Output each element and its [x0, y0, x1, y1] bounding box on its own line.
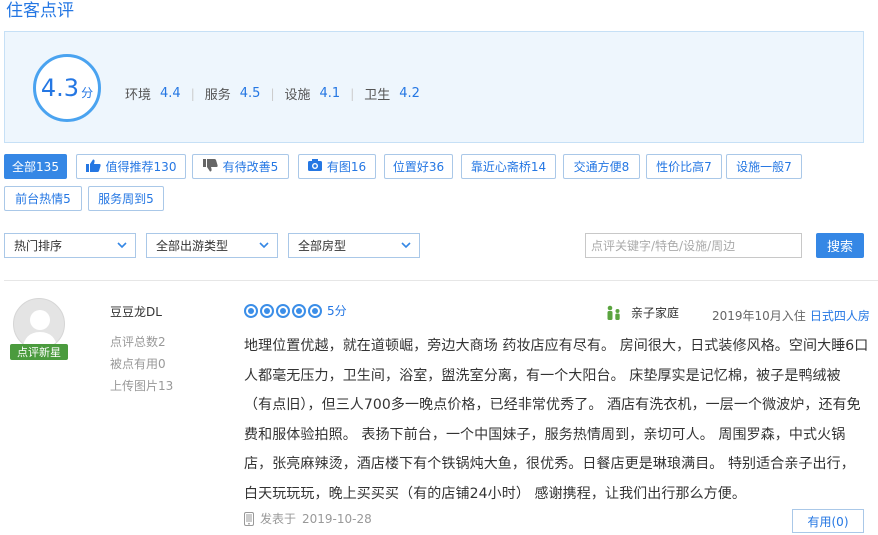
chevron-down-icon — [117, 242, 127, 249]
rating-circle-icon — [292, 303, 306, 318]
trip-type: 亲子家庭 — [606, 304, 679, 321]
reviewer-review-count: 点评总数2 — [110, 335, 166, 349]
sub-score-environment: 环境 4.4 — [125, 84, 181, 103]
sub-score-hygiene: 卫生 4.2 — [364, 84, 420, 103]
reviewer-useful-count: 被点有用0 — [110, 357, 166, 371]
reviewer-name[interactable]: 豆豆龙DL — [110, 303, 162, 320]
sub-score-value: 4.2 — [399, 86, 420, 101]
tag-good-value[interactable]: 性价比高7 — [646, 154, 722, 179]
tag-recommended[interactable]: 值得推荐130 — [76, 154, 186, 179]
reviewer-avatar-block: 点评新星 — [10, 298, 68, 362]
review-search-input[interactable]: 点评关键字/特色/设施/周边 — [585, 233, 802, 258]
rating-circle-icon — [276, 303, 290, 318]
review-content-line: 店，张亮麻辣烫，酒店楼下有个铁锅炖大鱼，很优秀。日餐店更是琳琅满目。 特别适合亲… — [244, 456, 855, 472]
useful-button[interactable]: 有用(0) — [792, 509, 864, 533]
sub-score-value: 4.1 — [319, 86, 341, 101]
tag-with-photos[interactable]: 有图16 — [298, 154, 376, 179]
search-placeholder: 点评关键字/特色/设施/周边 — [591, 239, 736, 253]
posted-date: 2019-10-28 — [302, 511, 372, 526]
tag-friendly-front-desk[interactable]: 前台热情5 — [4, 186, 82, 211]
overall-score-unit: 分 — [81, 85, 94, 100]
tag-good-location[interactable]: 位置好36 — [384, 154, 453, 179]
tag-label: 有待改善5 — [222, 160, 279, 174]
score-panel: 4.3 分 环境 4.4 | 服务 4.5 | 设施 4.1 | 卫生 4.2 — [4, 31, 864, 143]
reviewer-photo-count: 上传图片13 — [110, 379, 174, 393]
tag-label: 前台热情5 — [15, 192, 71, 206]
rating-label: 5分 — [327, 304, 347, 318]
chevron-down-icon — [401, 242, 411, 249]
sub-score-service: 服务 4.5 — [205, 84, 261, 103]
tag-convenient-transport[interactable]: 交通方便8 — [563, 154, 640, 179]
trip-type-select-value: 全部出游类型 — [156, 239, 229, 253]
mobile-phone-icon — [244, 511, 254, 526]
tag-all[interactable]: 全部135 — [4, 154, 67, 179]
tag-label: 位置好36 — [392, 160, 445, 174]
posted-prefix: 发表于 — [260, 512, 297, 526]
room-type-select-value: 全部房型 — [298, 239, 347, 253]
camera-icon — [307, 159, 322, 174]
rating-circle-icon — [244, 303, 258, 318]
tag-label: 服务周到5 — [98, 192, 154, 206]
sub-score-label: 设施 — [284, 88, 311, 103]
search-button[interactable]: 搜索 — [816, 233, 864, 258]
thumbs-down-icon — [202, 158, 218, 175]
review-content-line: 费和服体验拍照。 表扬下前台，一个中国妹子，服务热情周到，亲切可人。 周围罗森，… — [244, 426, 846, 443]
tag-label: 性价比高7 — [656, 160, 712, 174]
sub-score-label: 服务 — [204, 88, 231, 103]
tag-label: 有图16 — [326, 160, 367, 174]
tag-attentive-service[interactable]: 服务周到5 — [88, 186, 164, 211]
review-content-line: 地理位置优越，就在道顿崛，旁边大商场 药妆店应有尽有。 房间很大，日式装修风格。… — [244, 338, 869, 354]
avatar[interactable] — [13, 298, 65, 350]
overall-score: 4.3 — [40, 74, 80, 102]
review-content: 地理位置优越，就在道顿崛，旁边大商场 药妆店应有尽有。 房间很大，日式装修风格。… — [244, 332, 869, 509]
sub-score-divider: | — [350, 86, 355, 101]
tag-label: 交通方便8 — [573, 160, 630, 174]
divider — [4, 280, 878, 281]
trip-type-select[interactable]: 全部出游类型 — [146, 233, 278, 258]
review-rating: 5分 — [244, 302, 347, 319]
stay-date: 2019年10月入住 — [712, 309, 806, 323]
room-type-link[interactable]: 日式四人房 — [810, 309, 870, 323]
chevron-down-icon — [259, 242, 269, 249]
section-title: 住客点评 — [6, 1, 74, 21]
family-icon — [607, 305, 620, 320]
sub-score-divider: | — [270, 86, 275, 101]
sub-score-label: 环境 — [125, 88, 152, 103]
sort-select[interactable]: 热门排序 — [4, 233, 136, 258]
room-type-select[interactable]: 全部房型 — [288, 233, 420, 258]
sub-score-facilities: 设施 4.1 — [285, 84, 341, 103]
trip-type-label: 亲子家庭 — [631, 306, 680, 320]
sort-select-value: 热门排序 — [14, 239, 63, 253]
tag-average-facilities[interactable]: 设施一般7 — [726, 154, 802, 179]
tag-near-shinsaibashi[interactable]: 靠近心斋桥14 — [461, 154, 556, 179]
rating-circle-icon — [308, 303, 322, 318]
sub-score-value: 4.5 — [239, 86, 261, 101]
user-silhouette-icon — [22, 310, 58, 349]
tag-label: 全部135 — [12, 160, 59, 174]
sub-scores: 环境 4.4 | 服务 4.5 | 设施 4.1 | 卫生 4.2 — [125, 84, 420, 103]
tag-needs-improvement[interactable]: 有待改善5 — [192, 154, 289, 179]
review-content-line: 人都毫无压力，卫生间，浴室，盥洗室分离，有一个大阳台。 床垫厚实是记忆棉，被子是… — [244, 367, 841, 384]
reviewer-badge: 点评新星 — [10, 344, 68, 360]
tag-label: 值得推荐130 — [105, 160, 177, 174]
stay-info: 2019年10月入住 日式四人房 — [712, 307, 870, 324]
sub-score-value: 4.4 — [160, 86, 181, 101]
rating-circle-icon — [260, 303, 274, 318]
tag-label: 设施一般7 — [736, 160, 792, 174]
review-content-line: 白天玩玩玩，晚上买买买（有的店铺24小时） 感谢携程，让我们出行那么方便。 — [244, 485, 746, 502]
overall-score-circle: 4.3 分 — [33, 54, 101, 122]
thumbs-up-icon — [85, 159, 101, 175]
sub-score-label: 卫生 — [364, 88, 391, 103]
review-content-line: （有点旧），但三人700多一晚点价格，已经非常优秀了。 酒店有洗衣机，一层一个微… — [244, 397, 861, 413]
sub-score-divider: | — [190, 86, 195, 101]
posted-info: 发表于 2019-10-28 — [244, 510, 372, 527]
tag-label: 靠近心斋桥14 — [470, 160, 547, 174]
